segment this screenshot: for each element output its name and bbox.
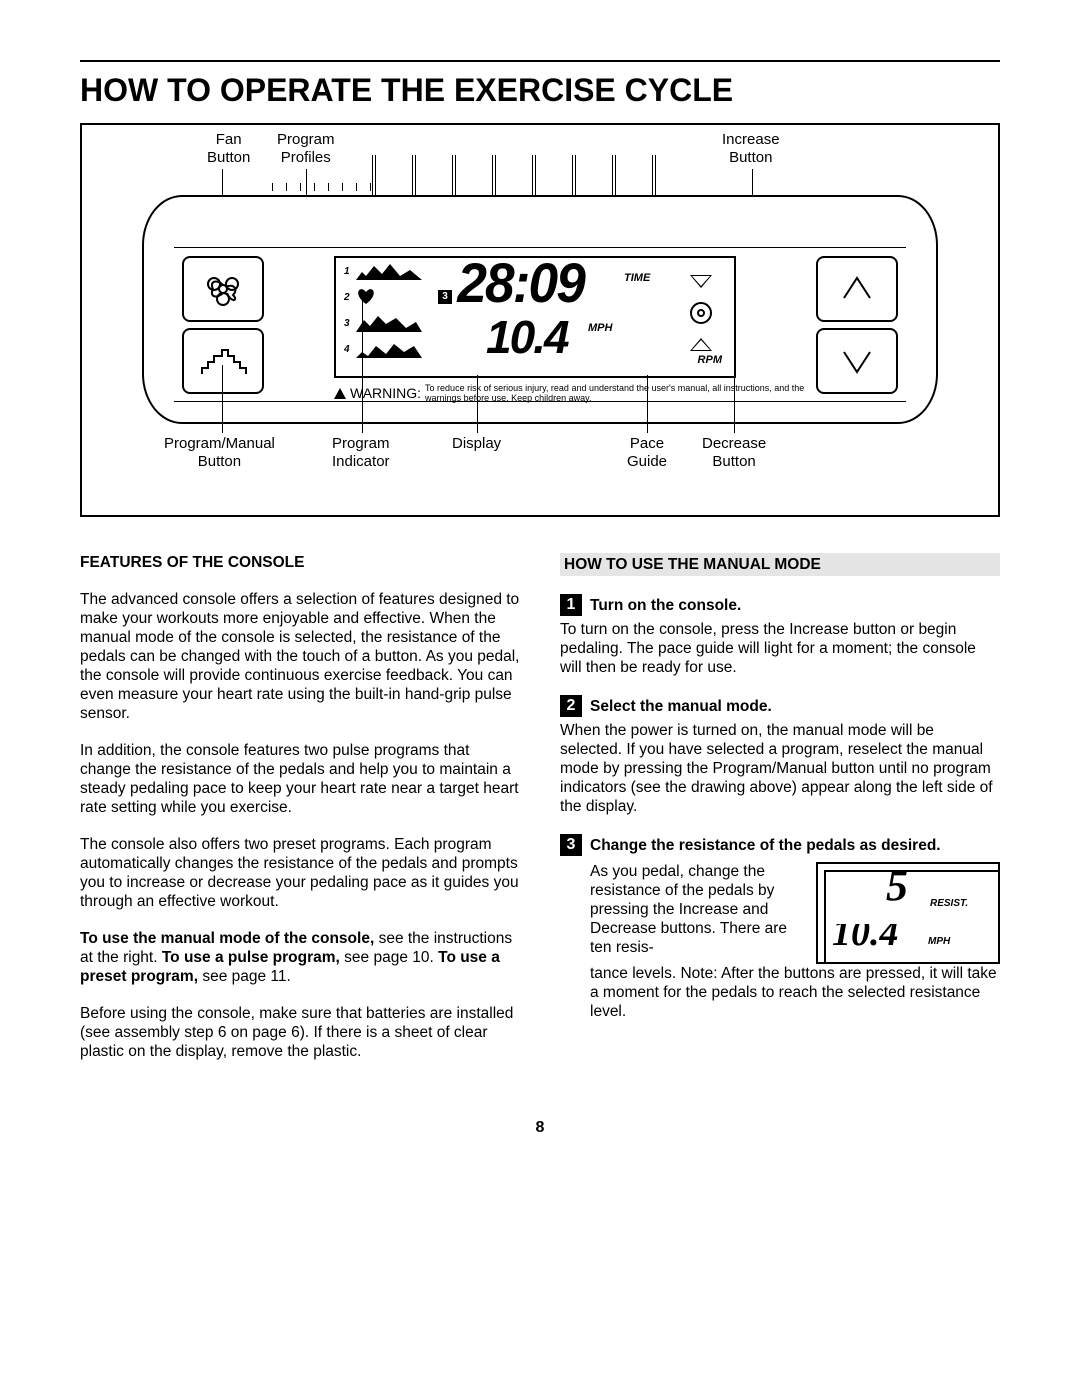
body-paragraph: The advanced console offers a selection … [80,590,520,723]
step-title: Change the resistance of the pedals as d… [590,834,941,855]
callout-increase-button: Increase Button [722,131,780,167]
step-row: 2 Select the manual mode. [560,695,1000,717]
body-paragraph: The console also offers two preset progr… [80,835,520,911]
inset-resist-value: 5 [886,876,908,895]
warning-label: WARNING: [350,388,421,398]
warning-strip: WARNING: To reduce risk of serious injur… [334,383,836,403]
increase-button[interactable] [816,256,898,322]
mph-label: MPH [588,322,612,334]
step-title: Turn on the console. [590,594,741,615]
heart-icon [356,288,376,306]
callout-display: Display [452,435,501,453]
inset-resist-label: RESIST. [930,894,968,913]
console-diagram: Fan Button Program Profiles Increase But… [80,123,1000,517]
profile-silhouette-icon [356,340,426,358]
callout-pace-guide: Pace Guide [627,435,667,471]
warning-triangle-icon [334,388,346,399]
fan-button[interactable] [182,256,264,322]
step-body: When the power is turned on, the manual … [560,721,1000,816]
step-number-badge: 3 [560,834,582,856]
pace-arrow-down-icon [690,275,712,288]
resistance-inset: 5 RESIST. 10.4 MPH [816,862,1000,964]
page-heading: HOW TO OPERATE THE EXERCISE CYCLE [80,72,1000,109]
profile-number: 2 [344,292,350,303]
callout-decrease-button: Decrease Button [702,435,766,471]
step-title: Select the manual mode. [590,695,772,716]
features-heading: FEATURES OF THE CONSOLE [80,553,520,572]
page-number: 8 [80,1119,1000,1137]
time-label: TIME [624,272,650,284]
step-number-badge: 1 [560,594,582,616]
manual-mode-heading: HOW TO USE THE MANUAL MODE [560,553,1000,576]
time-readout: 28:09 [457,250,584,315]
callout-program-indicator: Program Indicator [332,435,390,471]
profile-number: 3 [344,318,350,329]
step-row: 1 Turn on the console. [560,594,1000,616]
step-number-badge: 2 [560,695,582,717]
program-manual-button[interactable] [182,328,264,394]
profile-silhouette-icon [356,262,426,280]
step-body: 5 RESIST. 10.4 MPH As you pedal, change … [590,862,1000,1021]
lcd-display: 1 2 3 4 3 28:09 TIM [334,256,736,378]
pace-arrow-up-icon [690,338,712,351]
profile-number: 4 [344,344,350,355]
inset-speed-value: 10.4 [832,924,899,960]
profile-number: 1 [344,266,350,277]
console-outline: 1 2 3 4 3 28:09 TIM [142,195,938,424]
profile-silhouette-icon [356,314,426,332]
pace-guide [676,268,726,358]
right-column: HOW TO USE THE MANUAL MODE 1 Turn on the… [560,553,1000,1079]
body-paragraph: Before using the console, make sure that… [80,1004,520,1061]
left-column: FEATURES OF THE CONSOLE The advanced con… [80,553,520,1079]
stairs-icon [200,346,246,376]
program-indicator-badge: 3 [438,290,452,304]
caret-up-icon [840,272,874,306]
pace-target-icon [690,302,712,324]
step-row: 3 Change the resistance of the pedals as… [560,834,1000,856]
step-body: To turn on the console, press the Increa… [560,620,1000,677]
callout-program-manual: Program/Manual Button [164,435,275,471]
callout-program-profiles: Program Profiles [277,131,335,167]
body-paragraph: In addition, the console features two pu… [80,741,520,817]
caret-down-icon [840,344,874,378]
warning-text: To reduce risk of serious injury, read a… [425,383,836,403]
top-rule [80,60,1000,62]
inset-mph-label: MPH [928,932,950,951]
fan-icon [203,269,243,309]
speed-readout: 10.4 [486,310,568,364]
callout-fan-button: Fan Button [207,131,250,167]
body-paragraph: To use the manual mode of the console, s… [80,929,520,986]
